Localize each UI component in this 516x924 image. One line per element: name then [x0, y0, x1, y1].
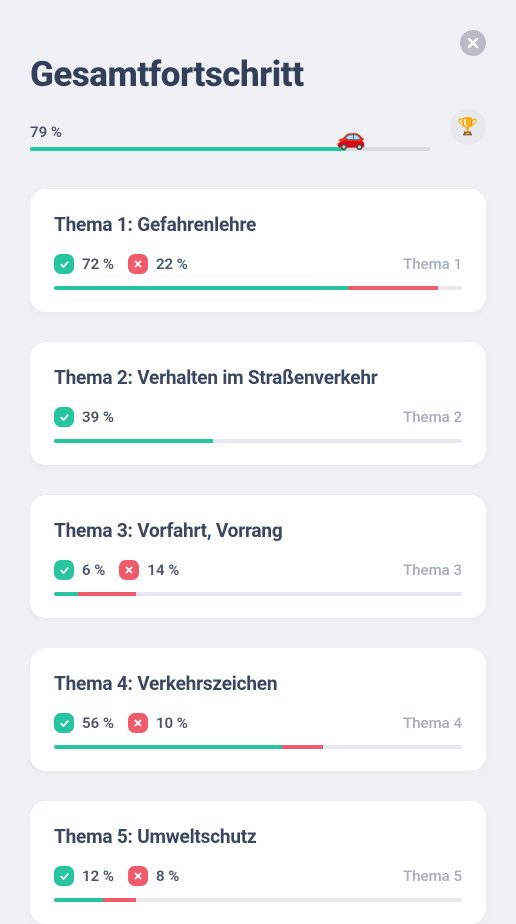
- topic-tag: Thema 3: [403, 561, 462, 579]
- overall-percent-label: 79 %: [30, 123, 486, 141]
- topic-list: Thema 1: Gefahrenlehre72 %22 %Thema 1The…: [30, 189, 486, 924]
- wrong-percent: 22 %: [156, 255, 188, 273]
- check-icon: [54, 407, 74, 427]
- overall-progress: 79 % 🚗 🏆: [30, 123, 486, 151]
- topic-tag: Thema 1: [403, 255, 462, 273]
- page-title: Gesamtfortschritt: [30, 54, 486, 95]
- topic-card[interactable]: Thema 1: Gefahrenlehre 72 % 22 % Thema 1: [30, 189, 486, 312]
- cross-icon: [128, 713, 148, 733]
- cross-icon: [128, 866, 148, 886]
- topic-progress-bar: [54, 286, 462, 290]
- check-icon: [54, 560, 74, 580]
- car-icon: 🚗: [336, 125, 366, 149]
- topic-stats-row: 72 % 22 % Thema 1: [54, 254, 462, 274]
- correct-percent: 39 %: [82, 408, 114, 426]
- topic-title: Thema 4: Verkehrszeichen: [54, 672, 462, 695]
- topic-stats-row: 12 % 8 % Thema 5: [54, 866, 462, 886]
- topic-stats-row: 39 % Thema 2: [54, 407, 462, 427]
- topic-tag: Thema 5: [403, 867, 462, 885]
- topic-progress-bar: [54, 745, 462, 749]
- wrong-percent: 8 %: [156, 867, 179, 885]
- topic-card[interactable]: Thema 3: Vorfahrt, Vorrang 6 % 14 % Thema 3: [30, 495, 486, 618]
- cross-icon: [119, 560, 139, 580]
- cross-icon: [128, 254, 148, 274]
- topic-title: Thema 1: Gefahrenlehre: [54, 213, 462, 236]
- topic-progress-bar: [54, 592, 462, 596]
- close-icon[interactable]: [460, 30, 486, 56]
- topic-tag: Thema 4: [403, 714, 462, 732]
- correct-percent: 72 %: [82, 255, 114, 273]
- topic-progress-bar: [54, 898, 462, 902]
- correct-percent: 12 %: [82, 867, 114, 885]
- topic-card[interactable]: Thema 5: Umweltschutz 12 % 8 % Thema 5: [30, 801, 486, 924]
- topic-stats-row: 6 % 14 % Thema 3: [54, 560, 462, 580]
- wrong-percent: 10 %: [156, 714, 188, 732]
- topic-title: Thema 2: Verhalten im Straßenverkehr: [54, 366, 462, 389]
- topic-stats-row: 56 % 10 % Thema 4: [54, 713, 462, 733]
- trophy-icon: 🏆: [450, 109, 486, 145]
- topic-card[interactable]: Thema 2: Verhalten im Straßenverkehr 39 %…: [30, 342, 486, 465]
- wrong-percent: 14 %: [147, 561, 179, 579]
- check-icon: [54, 866, 74, 886]
- overall-progress-bar: 🚗: [30, 147, 430, 151]
- topic-card[interactable]: Thema 4: Verkehrszeichen 56 % 10 % Thema 4: [30, 648, 486, 771]
- check-icon: [54, 713, 74, 733]
- topic-title: Thema 3: Vorfahrt, Vorrang: [54, 519, 462, 542]
- topic-progress-bar: [54, 439, 462, 443]
- correct-percent: 56 %: [82, 714, 114, 732]
- topic-tag: Thema 2: [403, 408, 462, 426]
- topic-title: Thema 5: Umweltschutz: [54, 825, 462, 848]
- check-icon: [54, 254, 74, 274]
- correct-percent: 6 %: [82, 561, 105, 579]
